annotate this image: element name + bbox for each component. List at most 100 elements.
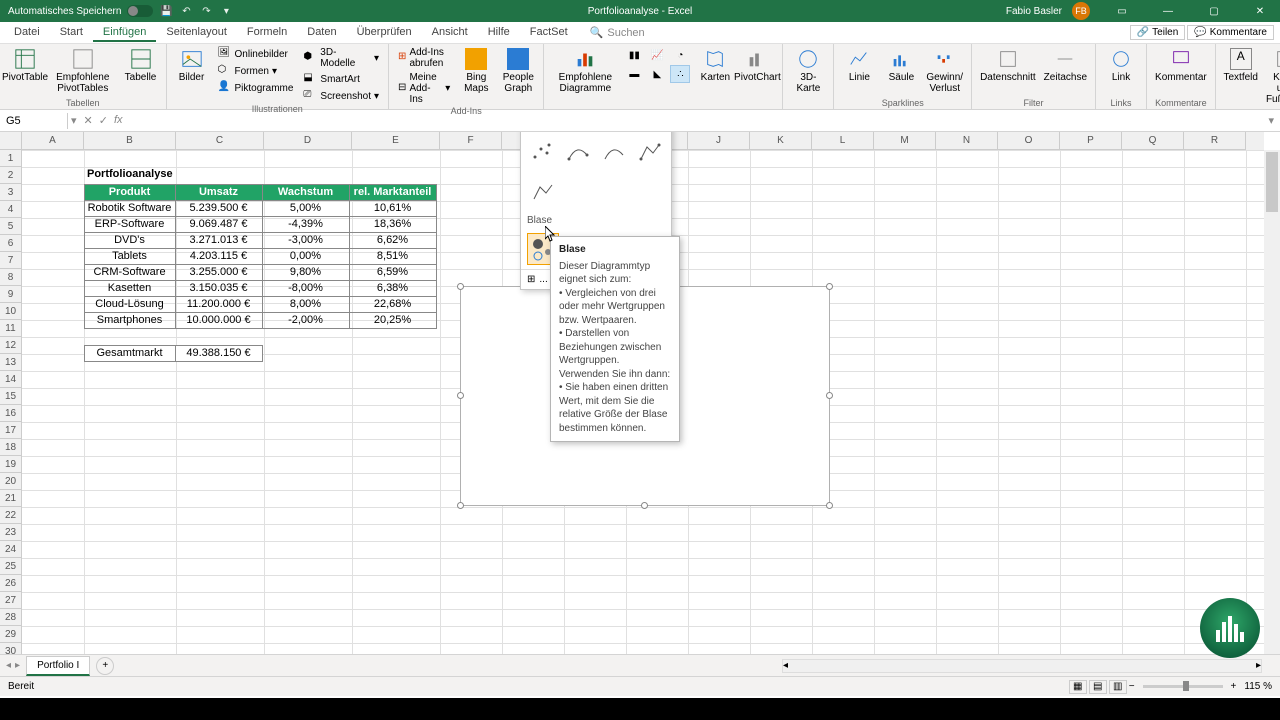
menu-tab-überprüfen[interactable]: Überprüfen: [347, 23, 422, 42]
table-cell[interactable]: 3.271.013 €: [175, 232, 263, 249]
table-cell[interactable]: Umsatz: [175, 184, 263, 201]
table-cell[interactable]: Robotik Software: [84, 200, 176, 217]
row-header[interactable]: 26: [0, 575, 22, 592]
enter-formula-icon[interactable]: ✓: [99, 114, 108, 127]
menu-tab-daten[interactable]: Daten: [297, 23, 346, 42]
chart-line-icon[interactable]: 📈: [647, 46, 667, 64]
search-label[interactable]: Suchen: [607, 27, 644, 39]
row-header[interactable]: 11: [0, 320, 22, 337]
spark-col-button[interactable]: Säule: [882, 46, 920, 85]
scatter-lines-nomarker-option[interactable]: [527, 176, 559, 208]
horizontal-scrollbar[interactable]: ◂▸: [782, 659, 1262, 673]
col-header[interactable]: B: [84, 132, 176, 150]
toggle-switch[interactable]: [127, 5, 153, 17]
textbox-button[interactable]: ATextfeld: [1222, 46, 1260, 85]
icons-button[interactable]: 👤Piktogramme: [215, 80, 297, 96]
table-cell[interactable]: 6,38%: [349, 280, 437, 297]
fx-icon[interactable]: fx: [114, 114, 123, 127]
table-cell[interactable]: 10.000.000 €: [175, 312, 263, 329]
col-header[interactable]: F: [440, 132, 502, 150]
menu-tab-formeln[interactable]: Formeln: [237, 23, 297, 42]
resize-handle[interactable]: [457, 392, 464, 399]
user-avatar[interactable]: FB: [1072, 2, 1090, 20]
table-cell[interactable]: 5.239.500 €: [175, 200, 263, 217]
table-cell[interactable]: -4,39%: [262, 216, 350, 233]
row-header[interactable]: 8: [0, 269, 22, 286]
add-sheet-button[interactable]: +: [96, 657, 114, 675]
table-cell[interactable]: 11.200.000 €: [175, 296, 263, 313]
timeline-button[interactable]: Zeitachse: [1042, 46, 1089, 85]
table-cell[interactable]: Cloud-Lösung: [84, 296, 176, 313]
my-addins-button[interactable]: ⊟Meine Add-Ins ▾: [395, 71, 453, 106]
cancel-formula-icon[interactable]: ✕: [84, 114, 93, 127]
row-header[interactable]: 22: [0, 507, 22, 524]
chart-bar-icon[interactable]: ▬: [624, 65, 644, 83]
ribbon-options-icon[interactable]: ▭: [1102, 0, 1142, 22]
table-cell[interactable]: CRM-Software: [84, 264, 176, 281]
scatter-option[interactable]: [527, 136, 557, 168]
maps-button[interactable]: Karten: [696, 46, 734, 85]
resize-handle[interactable]: [641, 502, 648, 509]
col-header[interactable]: K: [750, 132, 812, 150]
table-cell[interactable]: 49.388.150 €: [175, 345, 263, 362]
col-header[interactable]: J: [688, 132, 750, 150]
link-button[interactable]: Link: [1102, 46, 1140, 85]
table-cell[interactable]: 9.069.487 €: [175, 216, 263, 233]
table-cell[interactable]: 8,00%: [262, 296, 350, 313]
table-cell[interactable]: 22,68%: [349, 296, 437, 313]
table-cell[interactable]: ERP-Software: [84, 216, 176, 233]
maximize-icon[interactable]: ▢: [1194, 0, 1234, 22]
formula-input[interactable]: [127, 119, 1263, 123]
spark-line-button[interactable]: Linie: [840, 46, 878, 85]
slicer-button[interactable]: Datenschnitt: [978, 46, 1038, 85]
menu-tab-datei[interactable]: Datei: [4, 23, 50, 42]
name-box[interactable]: G5: [0, 113, 68, 129]
resize-handle[interactable]: [826, 283, 833, 290]
online-pictures-button[interactable]: 🖼Onlinebilder: [215, 46, 297, 62]
sheet-next-icon[interactable]: ▸: [15, 660, 20, 671]
row-header[interactable]: 6: [0, 235, 22, 252]
zoom-out-icon[interactable]: −: [1129, 681, 1135, 692]
resize-handle[interactable]: [826, 392, 833, 399]
pivotchart-button[interactable]: PivotChart: [738, 46, 776, 85]
chart-pie-icon[interactable]: ◔: [670, 46, 690, 64]
comment-button[interactable]: Kommentar: [1153, 46, 1209, 85]
row-header[interactable]: 15: [0, 388, 22, 405]
table-cell[interactable]: Wachstum: [262, 184, 350, 201]
comments-button[interactable]: 💬 Kommentare: [1187, 25, 1274, 40]
vertical-scrollbar[interactable]: [1264, 150, 1280, 654]
scatter-smooth-option[interactable]: [563, 136, 593, 168]
col-header[interactable]: C: [176, 132, 264, 150]
row-header[interactable]: 25: [0, 558, 22, 575]
table-cell[interactable]: Kasetten: [84, 280, 176, 297]
header-footer-button[interactable]: Kopf- und Fußzeile: [1264, 46, 1280, 107]
table-cell[interactable]: 0,00%: [262, 248, 350, 265]
row-header[interactable]: 3: [0, 184, 22, 201]
screenshot-button[interactable]: ⎚Screenshot ▾: [300, 88, 382, 104]
save-icon[interactable]: 💾: [159, 4, 173, 18]
col-header[interactable]: D: [264, 132, 352, 150]
zoom-level[interactable]: 115 %: [1244, 681, 1272, 692]
close-icon[interactable]: ✕: [1240, 0, 1280, 22]
row-header[interactable]: 16: [0, 405, 22, 422]
people-graph-button[interactable]: People Graph: [499, 46, 537, 96]
col-header[interactable]: L: [812, 132, 874, 150]
bing-maps-button[interactable]: Bing Maps: [457, 46, 495, 96]
rec-pivot-button[interactable]: Empfohlene PivotTables: [48, 46, 118, 96]
table-cell[interactable]: 6,62%: [349, 232, 437, 249]
worksheet-grid[interactable]: ABCDEFGHIJKLMNOPQR 123456789101112131415…: [0, 132, 1280, 654]
view-layout-icon[interactable]: ▤: [1089, 680, 1107, 694]
customize-qat-icon[interactable]: ▾: [219, 4, 233, 18]
row-header[interactable]: 1: [0, 150, 22, 167]
table-cell[interactable]: rel. Marktanteil: [349, 184, 437, 201]
row-header[interactable]: 19: [0, 456, 22, 473]
row-header[interactable]: 18: [0, 439, 22, 456]
menu-tab-factset[interactable]: FactSet: [520, 23, 578, 42]
zoom-slider[interactable]: [1143, 685, 1223, 688]
row-header[interactable]: 9: [0, 286, 22, 303]
minimize-icon[interactable]: —: [1148, 0, 1188, 22]
table-cell[interactable]: 4.203.115 €: [175, 248, 263, 265]
row-header[interactable]: 12: [0, 337, 22, 354]
row-header[interactable]: 29: [0, 626, 22, 643]
row-header[interactable]: 4: [0, 201, 22, 218]
